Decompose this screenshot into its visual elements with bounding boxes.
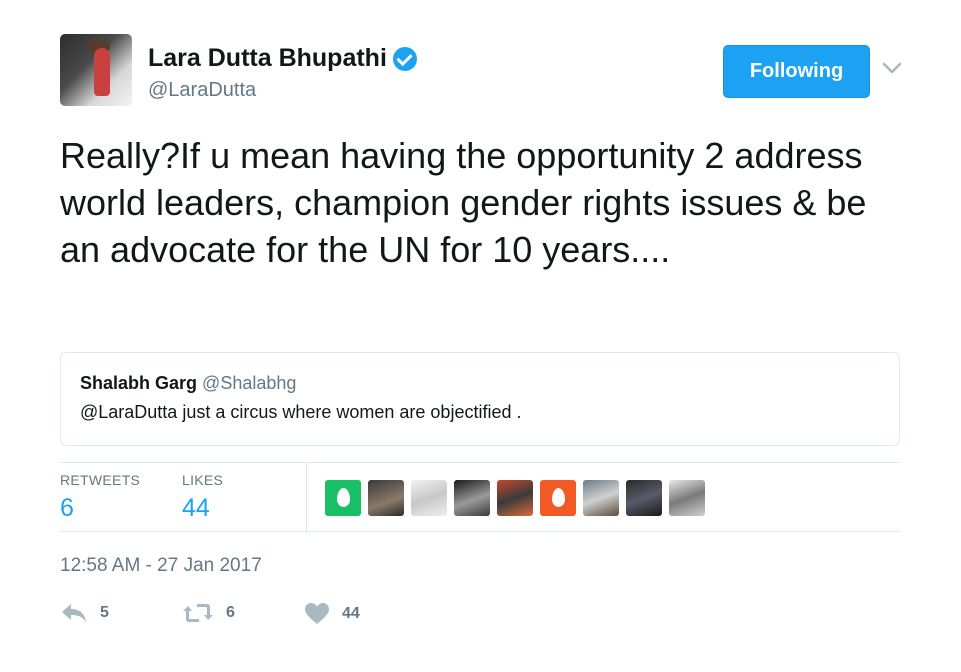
author-display-name-row[interactable]: Lara Dutta Bhupathi [148,44,417,73]
tweet-menu-button[interactable] [880,56,904,80]
quoted-tweet[interactable]: Shalabh Garg @Shalabhg @LaraDutta just a… [60,352,900,446]
retweets-label: RETWEETS [60,472,141,488]
liker-avatar-egg-green[interactable] [325,480,361,516]
like-count: 44 [342,605,360,622]
quoted-author-name: Shalabh Garg [80,373,198,393]
like-button[interactable]: 44 [304,602,360,626]
reply-icon [62,604,86,622]
stats-top-divider [60,462,900,463]
reply-count: 5 [100,604,109,621]
likes-value: 44 [182,494,210,522]
liker-avatar-egg-orange[interactable] [540,480,576,516]
likers-avatars [325,480,705,516]
tweet-text: Really?If u mean having the opportunity … [60,135,867,270]
liker-avatar[interactable] [368,480,404,516]
liker-avatar[interactable] [626,480,662,516]
liker-avatar[interactable] [454,480,490,516]
retweets-stat[interactable]: RETWEETS 6 [60,472,140,523]
heart-icon [305,603,329,624]
verified-badge-icon [392,46,417,71]
author-handle[interactable]: @LaraDutta [148,79,417,102]
retweets-value: 6 [60,494,74,522]
retweet-button[interactable]: 6 [182,602,235,624]
reply-button[interactable]: 5 [60,602,109,624]
retweet-icon [183,604,213,622]
quoted-tweet-text: @LaraDutta just a circus where women are… [80,402,522,422]
liker-avatar[interactable] [669,480,705,516]
stats-bottom-divider [60,531,900,532]
tweet-timestamp[interactable]: 12:58 AM - 27 Jan 2017 [60,555,262,577]
author-avatar[interactable] [60,34,132,106]
retweet-count: 6 [226,604,235,621]
author-display-name[interactable]: Lara Dutta Bhupathi [148,44,387,73]
author-name-block[interactable]: Lara Dutta Bhupathi @LaraDutta [148,44,417,102]
liker-avatar[interactable] [497,480,533,516]
avatar-figure-shape [94,48,110,96]
quoted-tweet-header: Shalabh Garg @Shalabhg [80,373,880,394]
following-button[interactable]: Following [723,45,870,98]
liker-avatar[interactable] [583,480,619,516]
likes-stat[interactable]: LIKES 44 [182,472,223,523]
likes-label: LIKES [182,472,224,488]
chevron-down-icon [882,62,902,74]
stats-vertical-divider [306,463,307,531]
quoted-author-handle: @Shalabhg [202,373,297,393]
liker-avatar[interactable] [411,480,447,516]
